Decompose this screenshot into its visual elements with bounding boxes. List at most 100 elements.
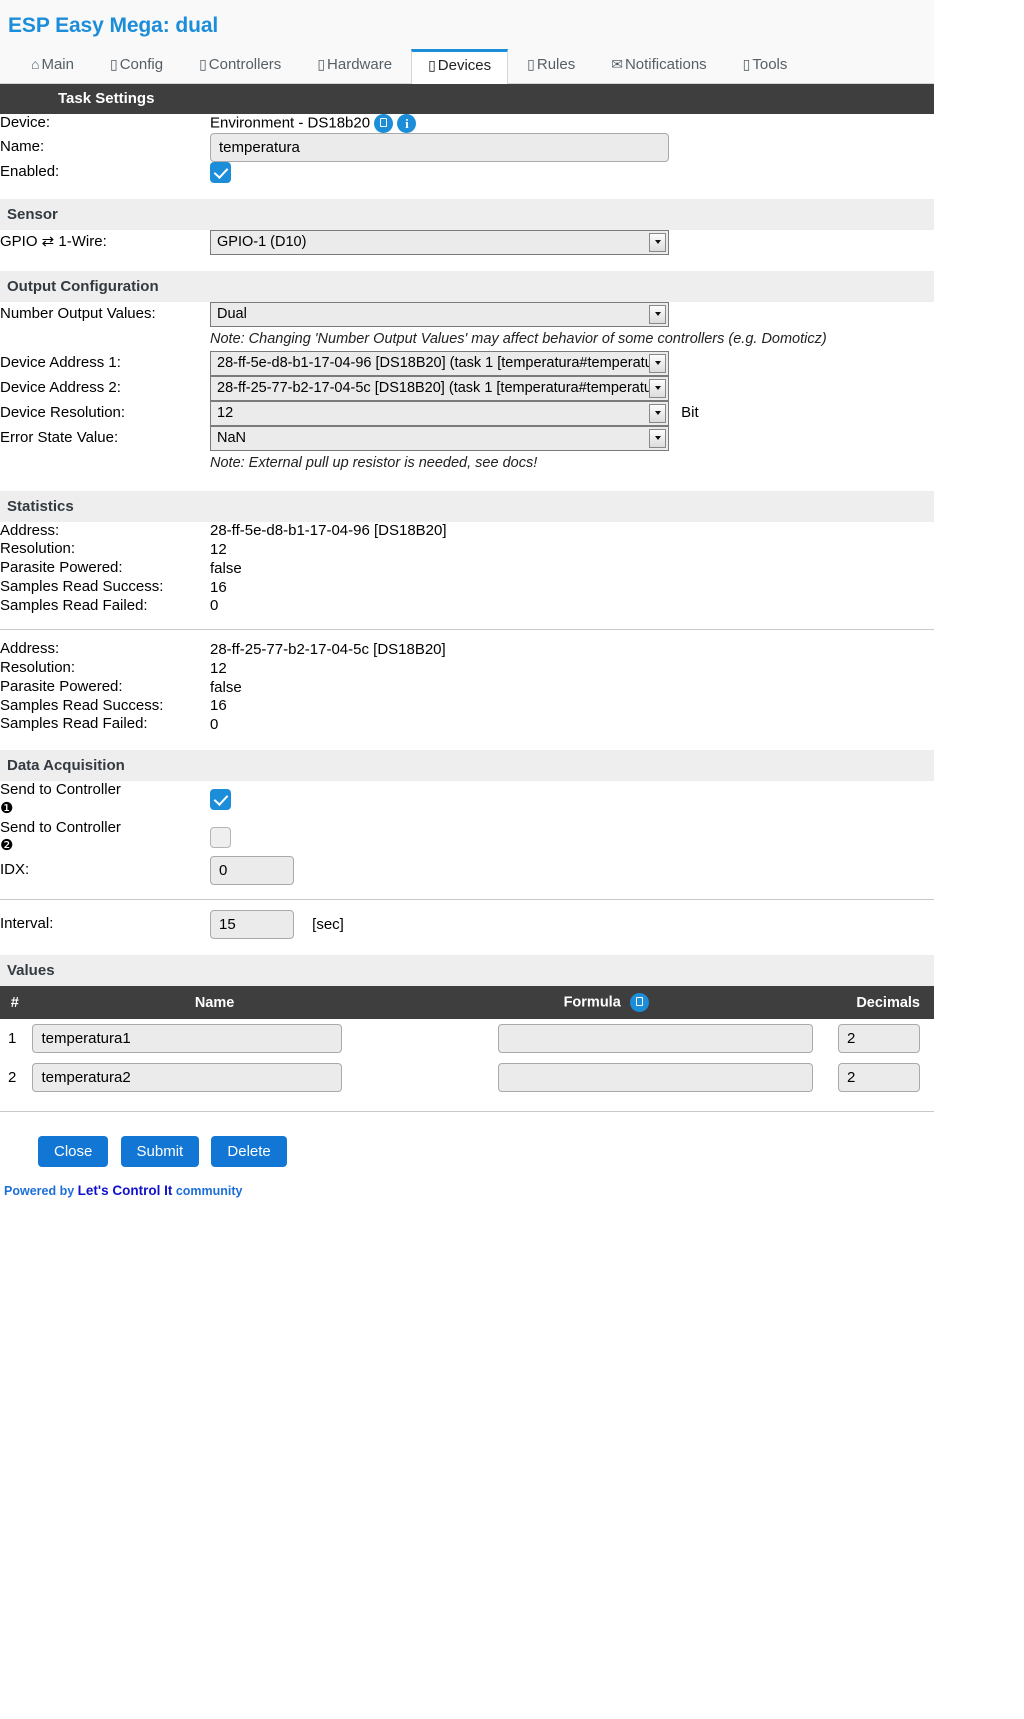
tab-config[interactable]: ▯ Config [93,48,180,83]
gpio-select[interactable]: GPIO-1 (D10) [210,229,669,255]
tools-icon: ▯ [742,56,751,72]
values-header-row: # Name Formula Decimals [0,986,934,1019]
hardware-icon: ▯ [317,56,326,72]
device-address-1-select[interactable]: 28-ff-5e-d8-b1-17-04-96 [DS18B20] (task … [210,350,669,376]
note-outputs-cell: Note: Changing 'Number Output Values' ma… [210,327,934,351]
interval-field-cell: [sec] [210,910,934,939]
name-label: Name: [0,137,45,155]
stat-failed-value: 0 [210,716,219,734]
stat-success-value: 16 [210,697,227,715]
tab-main[interactable]: ⌂ Main [14,48,91,83]
tab-devices[interactable]: ▯ Devices [411,49,509,84]
gear-icon: ▯ [109,56,118,72]
note-pullup-resistor: Note: External pull up resistor is neede… [210,454,538,471]
number-output-select[interactable]: Dual [210,301,669,327]
chevron-down-icon [649,353,666,373]
stat-parasite-label: Parasite Powered: [0,559,123,576]
footer-prefix: Powered by [4,1184,78,1198]
number-output-label: Number Output Values: [0,304,156,322]
chevron-down-icon [649,378,666,398]
column-header-decimals: Decimals [812,986,934,1019]
resolution-unit: Bit [681,403,699,421]
value-decimals-input[interactable] [838,1024,920,1053]
controller2-label: Send to Controller [0,818,121,836]
value-name-input[interactable] [32,1063,343,1092]
device-resolution-select[interactable]: 12 [210,400,669,426]
address2-row: Device Address 2: 28-ff-25-77-b2-17-04-5… [0,375,934,401]
tab-hardware[interactable]: ▯ Hardware [300,48,409,83]
value-row-index: 1 [8,1030,17,1047]
enabled-field-cell [210,161,934,183]
task-settings-form: Device: Environment - DS18b20 i Name: En… [0,113,934,183]
close-button[interactable]: Close [38,1136,109,1167]
tab-controllers[interactable]: ▯ Controllers [182,48,298,83]
interval-row: Interval: [sec] [0,910,934,939]
stat-row: Resolution: 12 [0,540,934,559]
controller2-field-cell [210,819,934,857]
send-to-controller-1-checkbox[interactable] [210,789,231,811]
address2-label: Device Address 2: [0,378,121,396]
controller2-number-badge: ❷ [0,837,14,855]
page-title: ESP Easy Mega: dual [8,14,219,37]
tab-label: Config [119,56,164,73]
number-output-select-value: Dual [217,305,247,322]
task-name-input[interactable] [210,132,669,162]
gpio-field-cell: GPIO-1 (D10) [210,229,934,255]
name-field-cell [210,132,934,162]
stat-row: Address: 28-ff-5e-d8-b1-17-04-96 [DS18B2… [0,522,934,541]
stat-row: Samples Read Success: 16 [0,578,934,597]
chevron-down-icon [649,403,666,423]
sensor-form: GPIO ⇄ 1-Wire: GPIO-1 (D10) [0,229,934,255]
controller1-number-badge: ❶ [0,799,14,817]
copy-icon[interactable] [629,993,649,1012]
devices-icon: ▯ [428,57,436,73]
name-row: Name: [0,132,934,162]
page-footer: Powered by Let's Control It community [0,1177,934,1208]
rules-icon: ▯ [527,56,535,72]
value-formula-input[interactable] [497,1063,813,1092]
send-to-controller-2-checkbox[interactable] [210,826,231,848]
stat-success-value: 16 [210,578,227,596]
section-task-settings-header: Task Settings [0,83,934,114]
device-address-1-value: 28-ff-5e-d8-b1-17-04-96 [DS18B20] (task … [217,354,653,371]
tab-tools[interactable]: ▯ Tools [726,48,805,83]
envelope-icon: ✉ [611,56,623,72]
address1-field-cell: 28-ff-5e-d8-b1-17-04-96 [DS18B20] (task … [210,350,934,376]
copy-icon[interactable] [374,113,394,133]
error-state-select[interactable]: NaN [210,425,669,451]
tab-rules[interactable]: ▯ Rules [510,48,592,83]
gpio-label: GPIO ⇄ 1-Wire: [0,232,107,250]
footer-brand-link[interactable]: Let's Control It [78,1183,173,1198]
number-output-field-cell: Dual [210,301,934,327]
value-formula-input[interactable] [497,1024,813,1053]
interval-input[interactable] [210,910,294,939]
enabled-row: Enabled: [0,161,934,183]
stat-address-value: 28-ff-5e-d8-b1-17-04-96 [DS18B20] [210,522,447,540]
delete-button[interactable]: Delete [211,1136,287,1167]
tab-label: Notifications [624,56,707,73]
error-state-row: Error State Value: NaN [0,425,934,451]
value-row-decimals-cell [813,1019,934,1058]
value-name-input[interactable] [32,1024,343,1053]
info-icon[interactable]: i [397,113,417,133]
tab-label: Devices [437,57,492,74]
enabled-checkbox[interactable] [210,161,231,183]
table-row: 2 [0,1058,934,1097]
value-row-name-cell [29,1058,399,1097]
device-address-2-select[interactable]: 28-ff-25-77-b2-17-04-5c [DS18B20] (task … [210,375,669,401]
stat-row: Samples Read Failed: 0 [0,715,934,734]
stat-row: Parasite Powered: false [0,678,934,697]
statistics-block-2: Address: 28-ff-25-77-b2-17-04-5c [DS18B2… [0,640,934,734]
section-sensor-header: Sensor [0,198,934,230]
note-outputs-row: Note: Changing 'Number Output Values' ma… [0,327,934,351]
tab-notifications[interactable]: ✉ Notifications [594,48,723,83]
column-header-index: # [0,986,30,1019]
page-root: ESP Easy Mega: dual ⌂ Main ▯ Config ▯ Contr… [0,0,934,1208]
device-label: Device: [0,113,51,131]
values-table: # Name Formula Decimals 1 temperatura1 2… [0,986,934,1097]
controller1-label: Send to Controller [0,781,121,798]
idx-input[interactable] [210,856,294,885]
value-decimals-input[interactable] [838,1063,920,1092]
submit-button[interactable]: Submit [120,1136,200,1167]
chevron-down-icon [649,304,666,324]
